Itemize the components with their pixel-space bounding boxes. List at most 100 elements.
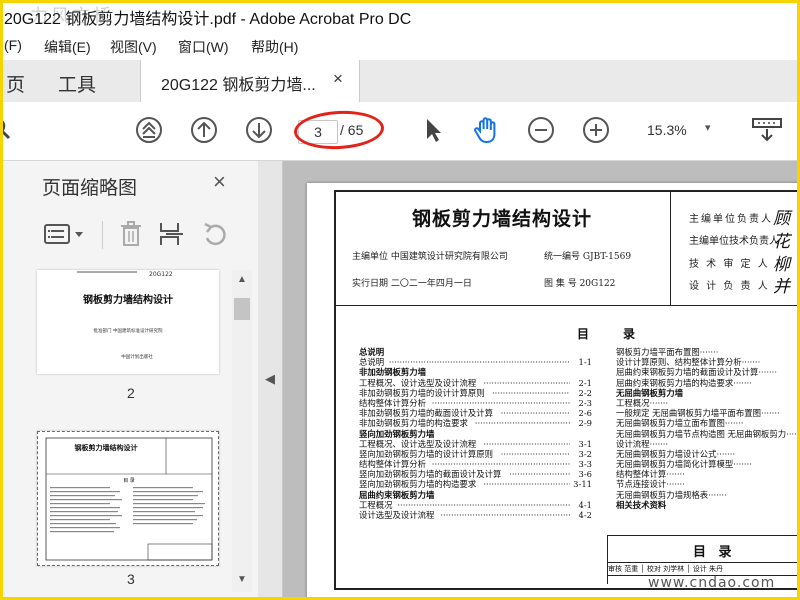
toc-right-row: 无屈曲钢板剪力墙规格表······· [616,489,727,500]
tab-home[interactable]: 页 [6,70,25,97]
menu-edit[interactable]: 编辑(E) [44,37,91,57]
thumb2-code: 20G122 [149,271,173,278]
thumbnail-label-3: 3 [127,571,135,587]
tab-document[interactable]: 20G122 钢板剪力墙... × [140,60,360,102]
toc-leader-dots: ········································… [500,448,570,459]
tab-tools[interactable]: 工具 [58,70,96,97]
toc-right-row: 钢板剪力墙平面布置图······· [616,347,719,357]
toc-right-row: 结构整体计算······· [616,469,685,480]
toc-left-row: 非加劲钢板剪力墙的设计计算原则 ·························… [359,388,594,398]
rotate-icon[interactable] [199,219,229,249]
responsible-2: 主编单位技术负责人 [689,236,779,247]
menu-help[interactable]: 帮助(H) [251,37,298,57]
toc-left-row: 结构整体计算分析 ································… [359,398,594,408]
toc-leader-dots: ········································… [397,499,570,510]
insert-page-icon[interactable] [156,219,186,249]
toc-page-number: 3-11 [573,479,592,490]
overlay-watermark-text: 力风方桥 [30,6,114,27]
footer-watermark: www.cndao.com [648,575,776,591]
panel-close-icon[interactable]: × [213,169,226,195]
toc-left-row: 非加劲钢板剪力墙的构造要求 ···························… [359,418,594,428]
scrollbar-thumb[interactable] [234,298,250,320]
toc-entry-text: 结构整体计算分析 [359,459,426,470]
signature-2: 花 [773,232,790,252]
toc-entry-text: 总说明 [359,357,385,368]
scroll-down-icon[interactable]: ▼ [237,574,247,585]
panel-separator [102,221,103,249]
responsible-3: 技 术 审 定 人 [689,259,770,270]
menu-file[interactable]: (F) [4,37,22,53]
toc-entry-text: 设计选型及设计流程 [359,510,435,520]
toc-page-number: 3-3 [578,459,593,470]
toc-right-row: 无屈曲钢板剪力墙 [616,387,683,398]
toc-entry-text: 竖向加劲钢板剪力墙的设计计算原则 [359,448,493,459]
toc-entry-text: 竖向加劲钢板剪力墙 [359,428,435,439]
thumbnail-options-icon[interactable] [42,219,88,249]
title-block-heading: 目 录 [693,545,736,560]
toc-leader-dots: ········································… [483,438,570,449]
search-icon[interactable] [0,115,16,145]
toc-left-row: 总说明 [359,347,594,357]
trash-icon[interactable] [116,219,146,249]
menu-bar: (F) 编辑(E) 视图(V) 窗口(W) 帮助(H) [0,30,800,60]
toc-entry-text: 非加劲钢板剪力墙的截面设计及计算 [359,408,493,419]
keyboard-display-icon[interactable] [750,115,784,145]
toc-page-number: 3-1 [578,438,593,449]
toc-leader-dots: ········································… [388,357,570,368]
tab-close-icon[interactable]: × [333,69,343,89]
tab-bar: 页 工具 20G122 钢板剪力墙... × [0,60,800,103]
document-page: 钢板剪力墙结构设计 主编单位 中国建筑设计研究院有限公司 统一编号 GJBT-1… [307,183,800,600]
toc-leader-dots: ········································… [474,418,570,429]
unified-number: 统一编号 GJBT-1569 [544,252,632,262]
toc-entry-text: 屈曲约束钢板剪力墙 [359,489,435,500]
prev-page-icon[interactable] [189,115,219,145]
toc-heading-right: 录 [623,327,636,341]
title-bar: 20G122 钢板剪力墙结构设计.pdf - Adobe Acrobat Pro… [0,0,800,30]
page-thumbnail-2[interactable]: 20G122 钢板剪力墙结构设计 批准部门 中国建筑标准设计研究院 中国计划出版… [37,270,219,374]
toc-left-row: 设计选型及设计流程 ·······························… [359,510,594,520]
panel-title: 页面缩略图 [42,178,138,199]
toc-leader-dots: ········································… [483,377,570,388]
panel-splitter[interactable]: ◀ [258,161,283,600]
toc-right-row: 无屈曲钢板剪力墙节点构造图 无屈曲钢板剪力······· [616,428,800,439]
toc-page-number: 4-1 [578,499,593,510]
menu-window[interactable]: 窗口(W) [178,37,229,57]
select-cursor-icon[interactable] [418,115,448,145]
header-rule [334,305,800,306]
signature-4: 并 [773,277,790,297]
toc-right-column: 钢板剪力墙平面布置图······· 设计计算原则、结构整体计算分析······· 屈… [616,347,800,510]
zoom-level[interactable]: 15.3% [647,122,687,138]
next-page-icon[interactable] [244,115,274,145]
thumb2-title: 钢板剪力墙结构设计 [83,293,173,306]
toc-entry-text: 总说明 [359,347,385,357]
toc-entry-text: 非加劲钢板剪力墙 [359,367,426,378]
toc-right-row: 无屈曲钢板剪力墙简化计算模型······· [616,459,752,470]
hand-tool-icon[interactable] [471,115,501,145]
toc-entry-text: 非加劲钢板剪力墙的构造要求 [359,418,468,429]
toc-leader-dots: ········································… [440,510,570,520]
toc-leader-dots: ········································… [509,469,570,480]
toc-right-row: 设计计算原则、结构整体计算分析······· [616,357,761,368]
collapse-panel-icon[interactable]: ◀ [265,371,275,387]
menu-view[interactable]: 视图(V) [110,37,157,57]
toc-left-row: 竖向加劲钢板剪力墙的设计计算原则 ························… [359,449,594,459]
toc-page-number: 1-1 [578,357,593,368]
toc-left-row: 非加劲钢板剪力墙的截面设计及计算 ························… [359,408,594,418]
tab-document-label: 20G122 钢板剪力墙... [161,77,316,94]
thumbnail-scrollbar[interactable]: ▲ ▼ [232,270,252,592]
toc-left-column: 总说明 总说明 ··································… [359,347,594,520]
toc-page-number: 2-2 [578,387,593,398]
toc-left-row: 工程概况、设计选型及设计流程 ··························… [359,439,594,449]
editor-unit: 主编单位 中国建筑设计研究院有限公司 [352,252,508,262]
toc-page-number: 2-1 [578,377,593,388]
scroll-up-icon[interactable]: ▲ [237,274,247,285]
page-thumbnail-3-selected[interactable]: 钢板剪力墙结构设计 目 录 [37,431,219,566]
zoom-out-icon[interactable] [526,115,556,145]
toc-left-row: 屈曲约束钢板剪力墙 [359,490,594,500]
atlas-number: 图 集 号 20G122 [544,279,616,289]
zoom-dropdown-chevron-icon[interactable]: ▾ [705,121,711,134]
toc-right-row: 设计流程······· [616,438,669,449]
zoom-in-icon[interactable] [581,115,611,145]
toc-page-number: 2-9 [578,418,593,429]
first-page-icon[interactable] [134,115,164,145]
